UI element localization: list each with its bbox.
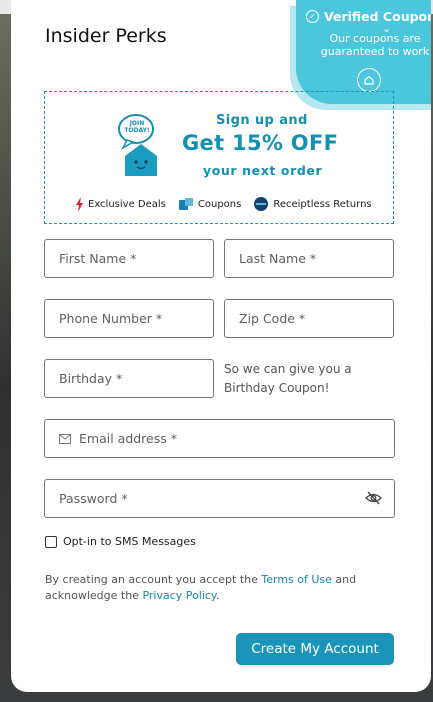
- sms-label: Opt-in to SMS Messages: [63, 535, 196, 548]
- promo-banner: JOIN TODAY! Sign up and Get 15% OFF your…: [44, 91, 394, 224]
- zip-code-placeholder: Zip Code *: [239, 311, 306, 326]
- perks-row: Exclusive Deals Coupons Receiptless Retu…: [75, 196, 372, 212]
- perk-coupons: Coupons: [178, 197, 241, 211]
- verified-coupon-heading: ✓ Verified Coupon: [296, 9, 431, 24]
- terms-of-use-link[interactable]: Terms of Use: [261, 573, 332, 586]
- sms-opt-in[interactable]: Opt-in to SMS Messages: [45, 535, 196, 548]
- privacy-policy-link[interactable]: Privacy Policy: [142, 589, 215, 602]
- password-field[interactable]: Password *: [44, 479, 395, 518]
- lightning-icon: [76, 196, 83, 212]
- password-placeholder: Password *: [59, 491, 128, 506]
- promo-line-2: Get 15% OFF: [182, 131, 339, 155]
- email-field[interactable]: Email address *: [44, 419, 395, 458]
- last-name-placeholder: Last Name *: [239, 251, 317, 266]
- check-circle-icon: ✓: [305, 10, 319, 23]
- last-name-field[interactable]: Last Name *: [224, 239, 394, 278]
- first-name-placeholder: First Name *: [59, 251, 137, 266]
- mascot-sign-text: JOIN TODAY!: [124, 120, 150, 134]
- verified-coupon-subtitle: Our coupons are guaranteed to work: [320, 32, 430, 58]
- promo-line-3: your next order: [203, 163, 323, 178]
- modal-title: Insider Perks: [45, 25, 167, 47]
- signup-modal: Insider Perks ✓ Verified Coupon ⌄ Our co…: [11, 0, 431, 692]
- birthday-placeholder: Birthday *: [59, 371, 123, 386]
- chevron-down-icon[interactable]: ⌄: [382, 22, 391, 35]
- zip-code-field[interactable]: Zip Code *: [224, 299, 394, 338]
- birthday-helper-text: So we can give you a Birthday Coupon!: [224, 362, 352, 395]
- perk-label: Coupons: [197, 198, 242, 210]
- home-icon: [357, 68, 381, 92]
- coupon-icon: [178, 198, 193, 210]
- create-account-button[interactable]: Create My Account: [236, 633, 394, 665]
- birthday-field[interactable]: Birthday *: [44, 359, 214, 398]
- legal-suffix: .: [215, 589, 220, 602]
- email-placeholder: Email address *: [79, 431, 177, 446]
- eye-off-icon[interactable]: [365, 491, 382, 508]
- first-name-field[interactable]: First Name *: [44, 239, 214, 278]
- perk-receiptless-returns: Receiptless Returns: [253, 196, 372, 212]
- verified-coupon-badge[interactable]: ✓ Verified Coupon ⌄ Our coupons are guar…: [296, 0, 431, 104]
- perk-label: Receiptless Returns: [273, 198, 372, 210]
- legal-prefix: By creating an account you accept the: [45, 573, 262, 586]
- legal-text: By creating an account you accept the Te…: [45, 572, 385, 604]
- phone-number-placeholder: Phone Number *: [59, 311, 163, 326]
- returns-icon: [254, 197, 269, 211]
- mail-icon: [59, 433, 71, 444]
- sms-checkbox[interactable]: [45, 535, 57, 548]
- perk-label: Exclusive Deals: [88, 198, 166, 210]
- verified-coupon-title: Verified Coupon: [323, 9, 431, 24]
- phone-number-field[interactable]: Phone Number *: [44, 299, 214, 338]
- perk-exclusive-deals: Exclusive Deals: [75, 196, 166, 212]
- promo-line-1: Sign up and: [216, 113, 308, 128]
